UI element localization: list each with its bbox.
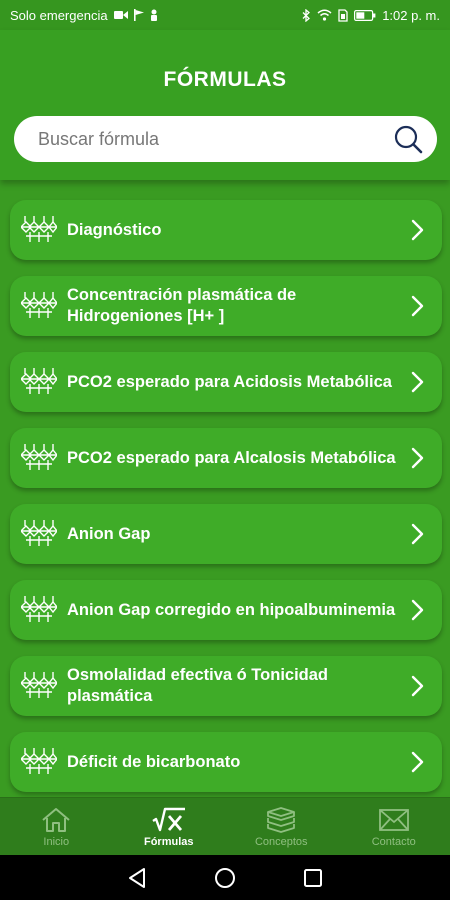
formula-label: PCO2 esperado para Acidosis Metabólica — [67, 372, 392, 391]
molecule-icon — [20, 365, 58, 399]
carrier-text: Solo emergencia — [10, 7, 108, 23]
sqrt-x-icon — [152, 806, 186, 834]
clock: 1:02 p. m. — [382, 7, 440, 23]
formula-label: Osmolalidad efectiva ó Tonicidad plasmát… — [67, 666, 329, 705]
chevron-right-icon — [408, 751, 426, 773]
molecule-icon — [20, 289, 58, 323]
status-bar: Solo emergencia 1:02 p. m. — [0, 0, 450, 30]
chevron-right-icon — [408, 295, 426, 317]
formula-label: Anion Gap — [67, 524, 151, 543]
chevron-right-icon — [408, 447, 426, 469]
chevron-right-icon — [408, 599, 426, 621]
formula-list: Diagnóstico Concentración plasmática de … — [10, 200, 442, 808]
list-item[interactable]: Anion Gap corregido en hipoalbuminemia — [10, 580, 442, 640]
home-circle-icon[interactable] — [212, 865, 238, 891]
molecule-icon — [20, 593, 58, 627]
list-item[interactable]: PCO2 esperado para Alcalosis Metabólica — [10, 428, 442, 488]
search-bar[interactable] — [14, 116, 437, 162]
list-item[interactable]: Concentración plasmática de Hidrogenione… — [10, 276, 442, 336]
molecule-icon — [20, 745, 58, 779]
formula-label: PCO2 esperado para Alcalosis Metabólica — [67, 448, 396, 467]
search-input[interactable] — [38, 128, 393, 150]
battery-icon — [354, 9, 376, 21]
nav-label: Fórmulas — [143, 835, 194, 848]
sim-icon — [338, 8, 348, 22]
recents-icon[interactable] — [300, 865, 326, 891]
list-item[interactable]: Anion Gap — [10, 504, 442, 564]
bluetooth-icon — [302, 8, 311, 22]
search-icon[interactable] — [393, 124, 423, 154]
wifi-icon — [317, 9, 332, 21]
nav-item-formulas[interactable]: Fórmulas — [113, 798, 226, 855]
list-item[interactable]: PCO2 esperado para Acidosis Metabólica — [10, 352, 442, 412]
molecule-icon — [20, 213, 58, 247]
home-icon — [41, 806, 71, 834]
video-icon — [113, 10, 128, 20]
flag-icon — [133, 9, 144, 21]
page-title: FÓRMULAS — [163, 68, 287, 91]
back-icon[interactable] — [124, 865, 150, 891]
molecule-icon — [20, 441, 58, 475]
nav-label: Contacto — [371, 835, 416, 848]
books-icon — [265, 806, 297, 834]
app-header: FÓRMULAS — [0, 30, 450, 180]
formula-label: Anion Gap corregido en hipoalbuminemia — [67, 600, 396, 619]
nav-item-contacto[interactable]: Contacto — [338, 798, 450, 855]
chevron-right-icon — [408, 523, 426, 545]
list-item[interactable]: Déficit de bicarbonato — [10, 732, 442, 792]
formula-label: Concentración plasmática de Hidrogenione… — [67, 286, 297, 325]
molecule-icon — [20, 669, 58, 703]
formula-label: Déficit de bicarbonato — [67, 752, 241, 771]
chevron-right-icon — [408, 371, 426, 393]
list-item[interactable]: Osmolalidad efectiva ó Tonicidad plasmát… — [10, 656, 442, 716]
nav-label: Inicio — [43, 835, 70, 848]
bottom-nav: Inicio Fórmulas Conceptos Contacto — [0, 797, 450, 855]
nav-item-conceptos[interactable]: Conceptos — [225, 798, 338, 855]
list-item[interactable]: Diagnóstico — [10, 200, 442, 260]
nav-label: Conceptos — [254, 835, 308, 848]
notification-icon — [150, 9, 158, 21]
nav-item-inicio[interactable]: Inicio — [0, 798, 113, 855]
chevron-right-icon — [408, 675, 426, 697]
envelope-icon — [378, 806, 410, 834]
molecule-icon — [20, 517, 58, 551]
chevron-right-icon — [408, 219, 426, 241]
system-nav-bar — [0, 855, 450, 900]
formula-label: Diagnóstico — [67, 220, 162, 239]
